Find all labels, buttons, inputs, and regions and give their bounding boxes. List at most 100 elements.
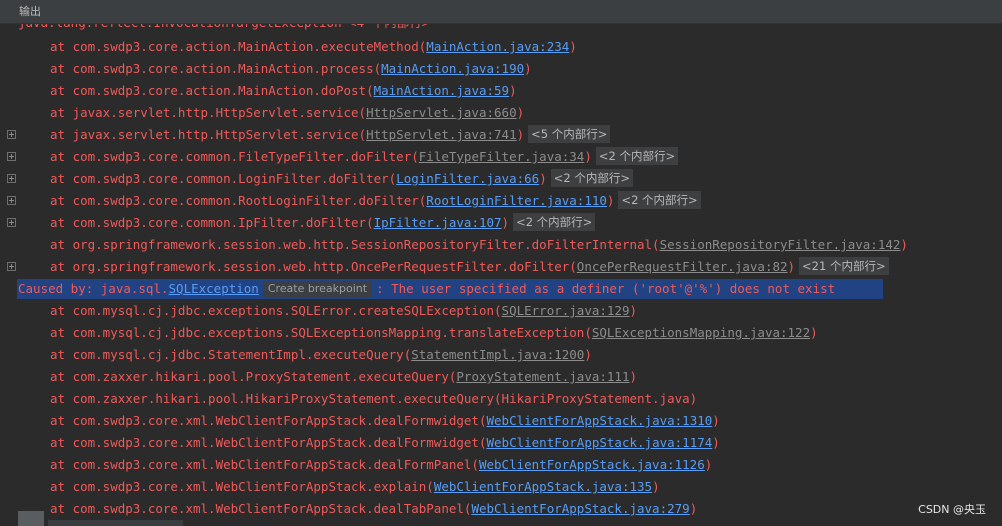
stack-frame-close-paren: ): [810, 325, 818, 340]
stack-frame-method: at com.swdp3.core.xml.WebClientForAppSta…: [50, 435, 487, 450]
source-file-link[interactable]: WebClientForAppStack.java:279: [471, 501, 689, 516]
expand-folded-frames-icon[interactable]: [7, 174, 16, 183]
output-tab[interactable]: 输出: [19, 4, 41, 20]
expand-folded-frames-icon[interactable]: [7, 152, 16, 161]
stack-frame-close-paren: ): [652, 479, 660, 494]
stack-frame-method: at javax.servlet.http.HttpServlet.servic…: [50, 105, 367, 120]
stack-frame-text: at com.swdp3.core.common.FileTypeFilter.…: [50, 146, 679, 168]
stack-frame-line: at com.zaxxer.hikari.pool.ProxyStatement…: [0, 366, 1002, 388]
stack-frame-line: at com.swdp3.core.xml.WebClientForAppSta…: [0, 432, 1002, 454]
source-file-link[interactable]: SQLError.java:129: [502, 303, 630, 318]
stack-frame-line: at org.springframework.session.web.http.…: [0, 234, 1002, 256]
stack-frame-close-paren: ): [569, 39, 577, 54]
source-file-link[interactable]: HttpServlet.java:660: [366, 105, 517, 120]
stack-frame-text: at com.zaxxer.hikari.pool.HikariProxySta…: [50, 388, 697, 410]
source-file-link[interactable]: FileTypeFilter.java:34: [419, 149, 585, 164]
stack-frame-close-paren: ): [900, 237, 908, 252]
source-file-link[interactable]: WebClientForAppStack.java:1174: [487, 435, 713, 450]
folded-internal-lines-badge[interactable]: <2 个内部行>: [513, 213, 596, 231]
exception-class-link[interactable]: SQLException: [169, 281, 259, 296]
folded-internal-lines-badge[interactable]: <2 个内部行>: [595, 147, 679, 165]
source-file-link[interactable]: OncePerRequestFilter.java:82: [577, 259, 788, 274]
horizontal-scrollbar-thumb[interactable]: [48, 520, 183, 526]
stack-frame-method: at com.swdp3.core.common.LoginFilter.doF…: [50, 171, 397, 186]
stack-frame-method: at org.springframework.session.web.http.…: [50, 237, 660, 252]
expand-folded-frames-icon[interactable]: [7, 262, 16, 271]
source-file-link[interactable]: WebClientForAppStack.java:135: [434, 479, 652, 494]
stack-frame-line: at com.mysql.cj.jdbc.StatementImpl.execu…: [0, 344, 1002, 366]
create-breakpoint-hint[interactable]: Create breakpoint: [262, 281, 373, 297]
stack-frame-line: at com.swdp3.core.xml.WebClientForAppSta…: [0, 410, 1002, 432]
stack-frame-text: at com.swdp3.core.xml.WebClientForAppSta…: [50, 432, 720, 454]
source-file-link[interactable]: StatementImpl.java:1200: [411, 347, 584, 362]
expand-folded-frames-icon[interactable]: [7, 218, 16, 227]
partial-line-text: java.lang.reflect.InvocationTargetExcept…: [18, 24, 429, 34]
source-file-link[interactable]: RootLoginFilter.java:110: [426, 193, 607, 208]
stack-frame-line: at com.swdp3.core.common.IpFilter.doFilt…: [0, 212, 1002, 234]
source-file-link[interactable]: WebClientForAppStack.java:1126: [479, 457, 705, 472]
stack-frame-text: at com.mysql.cj.jdbc.exceptions.SQLError…: [50, 300, 637, 322]
stack-frame-line: at com.swdp3.core.xml.WebClientForAppSta…: [0, 498, 1002, 520]
source-file-link[interactable]: ProxyStatement.java:111: [456, 369, 629, 384]
stack-frame-close-paren: ): [712, 413, 720, 428]
source-file-link[interactable]: SessionRepositoryFilter.java:142: [660, 237, 901, 252]
stack-frame-text: at javax.servlet.http.HttpServlet.servic…: [50, 102, 524, 124]
stack-frame-text: at com.mysql.cj.jdbc.exceptions.SQLExcep…: [50, 322, 818, 344]
stack-frame-close-paren: ): [584, 149, 592, 164]
stack-frame-method: at com.mysql.cj.jdbc.StatementImpl.execu…: [50, 347, 412, 362]
stack-frame-method: at com.swdp3.core.action.MainAction.proc…: [50, 61, 382, 76]
stack-frame-method: at com.swdp3.core.xml.WebClientForAppSta…: [50, 413, 487, 428]
source-file-link[interactable]: MainAction.java:234: [426, 39, 569, 54]
stack-frame-close-paren: ): [787, 259, 796, 274]
stack-frame-text: at com.swdp3.core.xml.WebClientForAppSta…: [50, 476, 660, 498]
stack-frame-method: at com.swdp3.core.common.FileTypeFilter.…: [50, 149, 419, 164]
expand-folded-frames-icon[interactable]: [7, 130, 16, 139]
stack-frame-close-paren: ): [539, 171, 547, 186]
source-file-link[interactable]: LoginFilter.java:66: [396, 171, 539, 186]
stack-frame-method: at com.zaxxer.hikari.pool.ProxyStatement…: [50, 369, 457, 384]
caused-by-line: Caused by: java.sql.SQLException Create b…: [0, 278, 1002, 300]
stack-frame-close-paren: ): [629, 303, 638, 318]
stack-frame-text: at com.swdp3.core.xml.WebClientForAppSta…: [50, 454, 712, 476]
stack-frame-text: at org.springframework.session.web.http.…: [50, 256, 889, 278]
expand-folded-frames-icon[interactable]: [7, 196, 16, 205]
stack-frame-text: at com.swdp3.core.xml.WebClientForAppSta…: [50, 498, 697, 520]
stack-frame-line: at com.swdp3.core.common.RootLoginFilter…: [0, 190, 1002, 212]
stack-frame-text: at com.swdp3.core.action.MainAction.exec…: [50, 36, 577, 58]
stack-frame-line: at com.swdp3.core.action.MainAction.exec…: [0, 36, 1002, 58]
folded-internal-lines-badge[interactable]: <2 个内部行>: [618, 191, 701, 209]
folded-internal-lines-badge[interactable]: <5 个内部行>: [528, 125, 611, 143]
stack-frame-line: at com.swdp3.core.action.MainAction.doPo…: [0, 80, 1002, 102]
stack-frame-line: at com.swdp3.core.common.LoginFilter.doF…: [0, 168, 1002, 190]
stack-frame-line: at com.swdp3.core.common.FileTypeFilter.…: [0, 146, 1002, 168]
stack-frame-line: at com.swdp3.core.action.MainAction.proc…: [0, 58, 1002, 80]
stack-frame-line: at com.swdp3.core.xml.WebClientForAppSta…: [0, 454, 1002, 476]
source-file-link[interactable]: MainAction.java:59: [374, 83, 509, 98]
source-file-link[interactable]: WebClientForAppStack.java:1310: [487, 413, 713, 428]
stack-frame-text: at org.springframework.session.web.http.…: [50, 234, 908, 256]
stack-frame-close-paren: ): [606, 193, 615, 208]
stack-frame-text: at com.swdp3.core.xml.WebClientForAppSta…: [50, 410, 720, 432]
folded-internal-lines-badge[interactable]: <21 个内部行>: [799, 257, 889, 275]
stack-frame-line: at javax.servlet.http.HttpServlet.servic…: [0, 102, 1002, 124]
console-output[interactable]: java.lang.reflect.InvocationTargetExcept…: [0, 24, 1002, 526]
source-file-link[interactable]: MainAction.java:190: [381, 61, 524, 76]
stack-frame-text: at com.swdp3.core.common.LoginFilter.doF…: [50, 168, 633, 190]
stack-frame-close-paren: ): [584, 347, 592, 362]
stack-frame-method: at com.mysql.cj.jdbc.exceptions.SQLExcep…: [50, 325, 592, 340]
panel-tab-bar: 输出: [0, 0, 1002, 24]
stack-frame-method: at com.swdp3.core.xml.WebClientForAppSta…: [50, 457, 479, 472]
stack-frame-text: at com.swdp3.core.common.IpFilter.doFilt…: [50, 212, 596, 234]
source-file-link[interactable]: IpFilter.java:107: [374, 215, 502, 230]
folded-internal-lines-badge[interactable]: <2 个内部行>: [550, 169, 633, 187]
stack-frame-close-paren: ): [501, 215, 510, 230]
stack-frame-close-paren: ): [689, 501, 698, 516]
stack-frame-method: at javax.servlet.http.HttpServlet.servic…: [50, 127, 367, 142]
stack-frame-line: at com.swdp3.core.xml.WebClientForAppSta…: [0, 476, 1002, 498]
source-file-link[interactable]: HttpServlet.java:741: [366, 127, 517, 142]
stack-frame-text: at com.swdp3.core.action.MainAction.proc…: [50, 58, 532, 80]
stack-frame-line: at javax.servlet.http.HttpServlet.servic…: [0, 124, 1002, 146]
source-file-link[interactable]: SQLExceptionsMapping.java:122: [592, 325, 810, 340]
stack-frame-text: at com.swdp3.core.action.MainAction.doPo…: [50, 80, 517, 102]
scrollbar-thumb[interactable]: [18, 511, 44, 526]
